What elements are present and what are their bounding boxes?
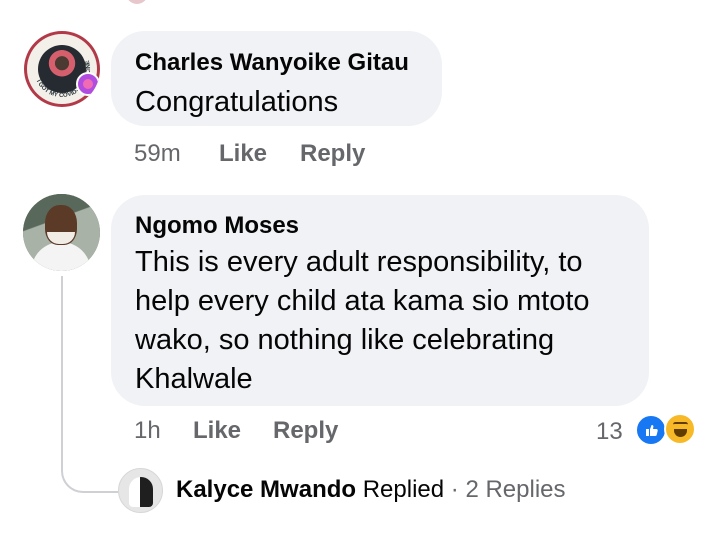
comment-bubble-ngomo: Ngomo Moses This is every adult responsi… — [111, 195, 649, 406]
replies-summary[interactable]: Kalyce Mwando Replied · 2 Replies — [176, 476, 566, 504]
reply-button-ngomo[interactable]: Reply — [273, 417, 338, 445]
comment-author-ngomo[interactable]: Ngomo Moses — [135, 212, 299, 240]
haha-icon[interactable] — [664, 413, 696, 445]
reply-action: Replied — [362, 476, 445, 503]
comment-time-ngomo[interactable]: 1h — [134, 417, 161, 445]
reply-separator: · — [450, 476, 459, 503]
reply-thread-line — [61, 276, 63, 462]
ngomo-avatar[interactable] — [23, 194, 100, 271]
like-icon[interactable] — [635, 414, 667, 446]
kalyce-profile-photo — [129, 477, 153, 507]
reply-button-charles[interactable]: Reply — [300, 140, 365, 168]
charles-avatar[interactable]: I GOT MY COVID-19 VACCINE — [24, 31, 100, 107]
reaction-count[interactable]: 13 — [596, 418, 623, 446]
kalyce-avatar[interactable] — [118, 468, 163, 513]
comment-text-ngomo: This is every adult responsibility, to h… — [135, 246, 590, 395]
like-button-ngomo[interactable]: Like — [193, 417, 241, 445]
reply-author-name[interactable]: Kalyce Mwando — [176, 476, 356, 503]
thumbs-up-icon — [646, 425, 658, 436]
comment-time-charles[interactable]: 59m — [134, 140, 181, 168]
reply-thread-connector — [61, 451, 118, 493]
comment-author-charles[interactable]: Charles Wanyoike Gitau — [135, 49, 409, 77]
like-button-charles[interactable]: Like — [219, 140, 267, 168]
comment-text-charles: Congratulations — [135, 86, 339, 118]
profile-frame-badge-icon — [76, 72, 100, 96]
reply-count[interactable]: 2 Replies — [465, 476, 565, 503]
comment-bubble-charles: Charles Wanyoike Gitau Congratulations — [111, 31, 442, 126]
previous-comment-fragment — [126, 0, 148, 4]
